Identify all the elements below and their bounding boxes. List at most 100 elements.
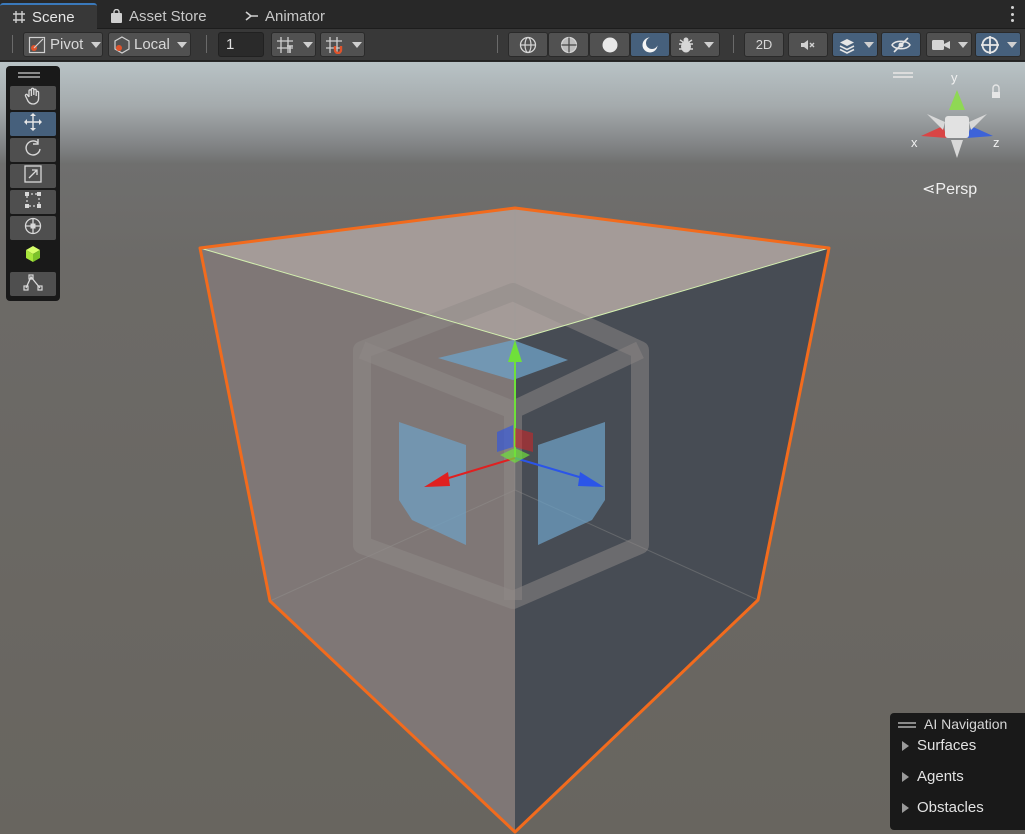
nav-item-obstacles[interactable]: Obstacles (902, 799, 984, 816)
green-cube-icon (23, 244, 43, 269)
toolbar-separator (206, 35, 207, 53)
eye-hidden-icon (891, 36, 911, 54)
magnet-grid-icon (321, 36, 347, 54)
rect-tool-button[interactable] (10, 190, 56, 214)
grid-visibility-dropdown[interactable] (271, 32, 316, 57)
nav-item-label: Obstacles (917, 799, 984, 816)
bug-icon (671, 36, 701, 54)
tab-asset-store-label: Asset Store (129, 7, 207, 25)
chevron-down-icon (352, 41, 362, 48)
orientation-gizmo (921, 90, 993, 158)
audio-toggle-button[interactable] (788, 32, 828, 57)
gizmo-z-label[interactable]: z (993, 135, 1000, 150)
transform-tool-button[interactable] (10, 216, 56, 240)
effects-dropdown[interactable] (832, 32, 878, 57)
chevron-down-icon (704, 41, 714, 48)
scene-toolbar: Pivot Local 1 2D (0, 29, 1025, 61)
lock-icon (992, 84, 1000, 93)
animator-icon (245, 9, 259, 23)
overlay-grip[interactable] (898, 722, 916, 724)
chevron-down-icon (303, 41, 313, 48)
scene-visibility-button[interactable] (881, 32, 921, 57)
tab-bar: Scene Asset Store Animator (0, 0, 1025, 29)
gizmo-y-label[interactable]: y (951, 70, 958, 85)
projection-toggle[interactable]: ⋖Persp (922, 179, 977, 199)
scale-icon (23, 164, 43, 189)
gizmo-x-label[interactable]: x (911, 135, 918, 150)
ai-navigation-title: AI Navigation (924, 716, 1008, 732)
chevron-down-icon (91, 41, 102, 48)
tab-animator-label: Animator (265, 7, 326, 25)
local-dropdown[interactable]: Local (108, 32, 191, 57)
custom-editor-tool-button[interactable] (10, 244, 56, 268)
unlit-button[interactable] (630, 32, 670, 57)
unlit-sphere-icon (641, 36, 659, 54)
expand-arrow-icon (902, 740, 909, 751)
perspective-icon: ⋖ (922, 181, 936, 198)
toggle-2d-label: 2D (755, 37, 773, 52)
pivot-dropdown[interactable]: Pivot (23, 32, 103, 57)
tab-scene[interactable]: Scene (0, 3, 97, 29)
move-tool-button[interactable] (10, 112, 56, 136)
ai-navigation-overlay: AI Navigation Surfaces Agents Obstacles (890, 713, 1025, 830)
chevron-down-icon (176, 41, 187, 48)
chevron-down-icon (864, 41, 874, 48)
local-label: Local (134, 36, 170, 53)
gizmos-dropdown[interactable] (975, 32, 1021, 57)
toolbar-separator (733, 35, 734, 53)
tools-overlay (6, 66, 60, 301)
move-arrows-icon (23, 112, 43, 137)
grid-snap-icon (272, 36, 298, 54)
rotate-tool-button[interactable] (10, 138, 56, 162)
camera-settings-dropdown[interactable] (926, 32, 972, 57)
toolbar-separator (497, 35, 498, 53)
shaded-wireframe-sphere-icon (560, 36, 578, 54)
pivot-icon (28, 36, 46, 54)
overlay-grip[interactable] (18, 72, 40, 74)
transform-icon (23, 216, 43, 241)
layers-icon (833, 36, 861, 54)
shaded-sphere-icon (601, 36, 619, 54)
nav-item-agents[interactable]: Agents (902, 768, 964, 785)
wireframe-shading-button[interactable] (508, 32, 548, 57)
wireframe-sphere-icon (519, 36, 537, 54)
tab-asset-store[interactable]: Asset Store (98, 3, 219, 29)
camera-icon (927, 37, 955, 53)
tab-scene-label: Scene (32, 8, 75, 26)
grid-icon (12, 10, 26, 24)
expand-arrow-icon (902, 802, 909, 813)
grid-size-field[interactable]: 1 (218, 32, 264, 57)
shopping-bag-icon (110, 8, 123, 24)
local-space-icon (113, 35, 131, 54)
more-options-icon[interactable] (1009, 6, 1015, 22)
spline-tool-button[interactable] (10, 272, 56, 296)
chevron-down-icon (958, 41, 968, 48)
scale-tool-button[interactable] (10, 164, 56, 188)
toolbar-grip (12, 35, 13, 53)
scene-viewport[interactable]: y x z (0, 62, 1025, 834)
spline-icon (23, 272, 43, 297)
chevron-down-icon (1007, 41, 1017, 48)
hand-icon (23, 86, 43, 111)
nav-item-label: Surfaces (917, 737, 977, 754)
toggle-2d-button[interactable]: 2D (744, 32, 784, 57)
pivot-label: Pivot (50, 36, 84, 53)
shaded-button[interactable] (589, 32, 630, 57)
expand-arrow-icon (902, 771, 909, 782)
lock-body (992, 92, 1000, 98)
snap-increment-dropdown[interactable] (320, 32, 365, 57)
hand-tool-button[interactable] (10, 86, 56, 110)
projection-label: Persp (935, 181, 978, 198)
tab-animator[interactable]: Animator (233, 3, 337, 29)
nav-item-label: Agents (917, 768, 964, 785)
cube-right-face (515, 248, 829, 832)
audio-muted-icon (799, 36, 817, 54)
nav-item-surfaces[interactable]: Surfaces (902, 737, 976, 754)
gizmo-icon (976, 35, 1004, 55)
rect-transform-icon (23, 190, 43, 215)
gizmo-drag-handle[interactable] (893, 72, 913, 74)
shaded-wireframe-button[interactable] (548, 32, 589, 57)
scene-render[interactable] (0, 62, 1025, 834)
debug-draw-mode-dropdown[interactable] (670, 32, 720, 57)
rotate-icon (23, 138, 43, 163)
